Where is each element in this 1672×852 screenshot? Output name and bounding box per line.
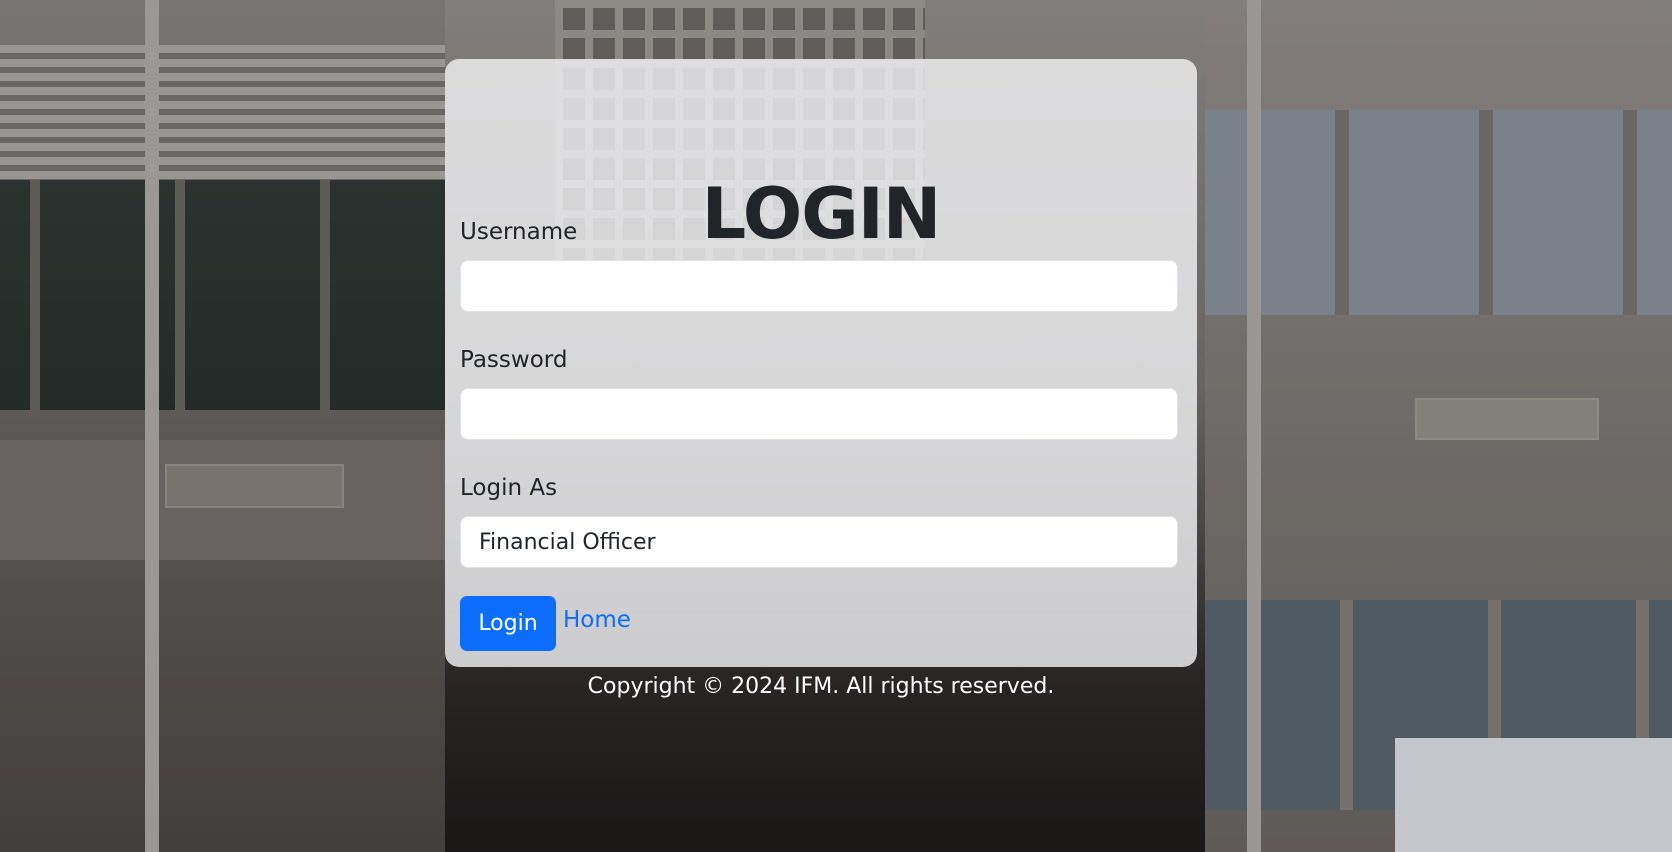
password-input[interactable] (460, 388, 1178, 440)
home-link[interactable]: Home (563, 605, 631, 635)
copyright-footer: Copyright © 2024 IFM. All rights reserve… (587, 674, 1055, 699)
username-label: Username (460, 219, 578, 245)
login-card: LOGIN Username Password Login As Financi… (445, 59, 1197, 667)
login-button[interactable]: Login (460, 596, 556, 651)
login-as-label: Login As (460, 475, 558, 501)
login-as-selected-value: Financial Officer (479, 529, 656, 555)
password-label: Password (460, 347, 568, 373)
login-as-select[interactable]: Financial Officer (460, 516, 1178, 568)
username-input[interactable] (460, 260, 1178, 312)
